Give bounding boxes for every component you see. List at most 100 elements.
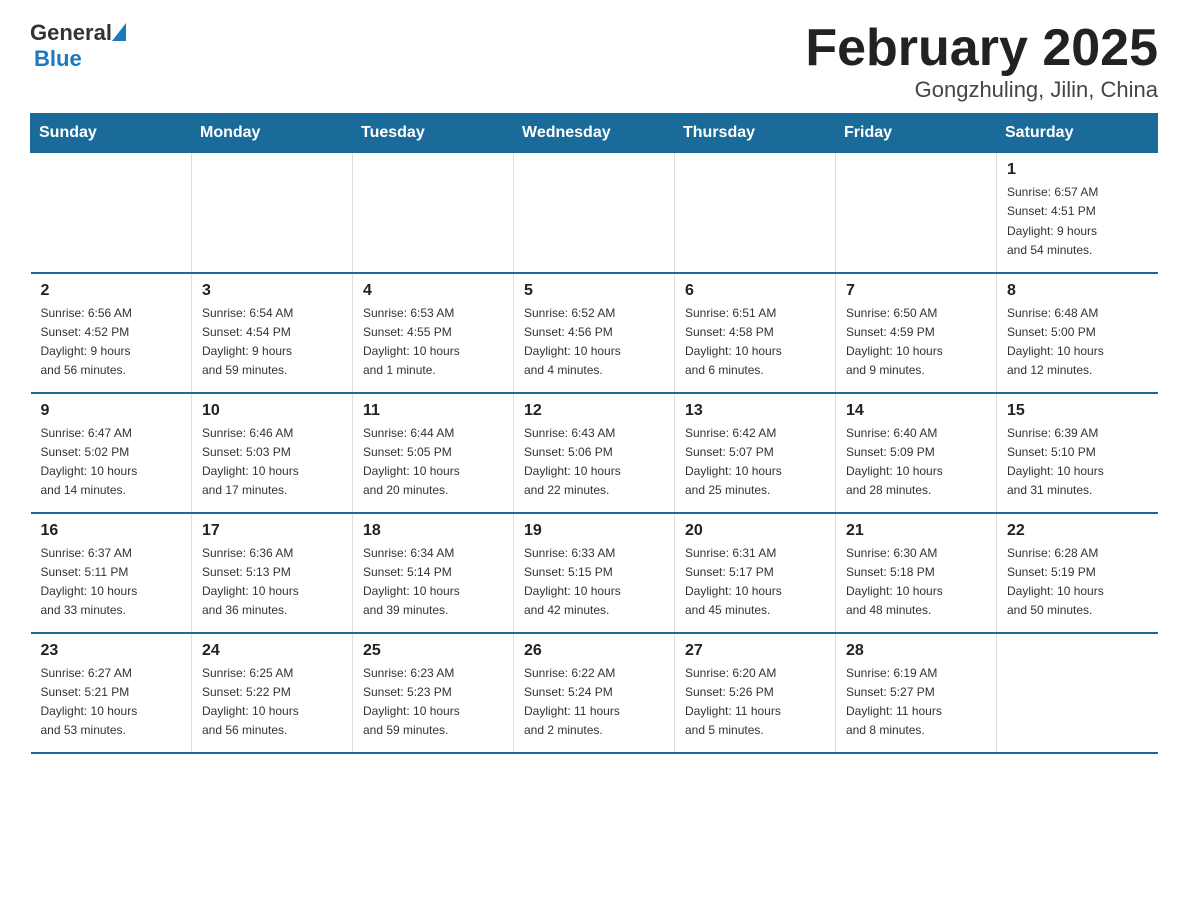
day-number: 20	[685, 522, 825, 540]
header-saturday: Saturday	[997, 114, 1158, 153]
week-row-2: 2Sunrise: 6:56 AMSunset: 4:52 PMDaylight…	[31, 273, 1158, 393]
calendar-cell	[836, 153, 997, 273]
calendar-cell: 28 Sunrise: 6:19 AMSunset: 5:27 PMDayligh…	[836, 633, 997, 753]
day-number: 22	[1007, 522, 1148, 540]
day-info: Sunrise: 6:36 AMSunset: 5:13 PMDaylight:…	[202, 544, 342, 621]
day-info: Sunrise: 6:39 AMSunset: 5:10 PMDaylight:…	[1007, 424, 1148, 501]
day-number: 23	[41, 642, 182, 660]
day-info: Sunrise: 6:53 AMSunset: 4:55 PMDaylight:…	[363, 304, 503, 381]
day-number: 9	[41, 402, 182, 420]
day-number: 27	[685, 642, 825, 660]
calendar-cell: 16 Sunrise: 6:37 AMSunset: 5:11 PMDayligh…	[31, 513, 192, 633]
logo-triangle-icon	[112, 23, 126, 41]
day-info: Sunrise: 6:30 AMSunset: 5:18 PMDaylight:…	[846, 544, 986, 621]
calendar-cell: 26 Sunrise: 6:22 AMSunset: 5:24 PMDayligh…	[514, 633, 675, 753]
day-info: Sunrise: 6:20 AMSunset: 5:26 PMDaylight:…	[685, 664, 825, 741]
week-row-4: 16 Sunrise: 6:37 AMSunset: 5:11 PMDayligh…	[31, 513, 1158, 633]
calendar-cell: 8 Sunrise: 6:48 AMSunset: 5:00 PMDaylight…	[997, 273, 1158, 393]
title-block: February 2025 Gongzhuling, Jilin, China	[805, 20, 1158, 103]
calendar-cell: 1 Sunrise: 6:57 AMSunset: 4:51 PMDaylight…	[997, 153, 1158, 273]
day-number: 26	[524, 642, 664, 660]
day-number: 10	[202, 402, 342, 420]
day-number: 24	[202, 642, 342, 660]
calendar-cell: 13Sunrise: 6:42 AMSunset: 5:07 PMDayligh…	[675, 393, 836, 513]
day-info: Sunrise: 6:40 AMSunset: 5:09 PMDaylight:…	[846, 424, 986, 501]
calendar-cell	[675, 153, 836, 273]
calendar-cell: 15 Sunrise: 6:39 AMSunset: 5:10 PMDayligh…	[997, 393, 1158, 513]
header-sunday: Sunday	[31, 114, 192, 153]
day-number: 28	[846, 642, 986, 660]
day-number: 8	[1007, 282, 1148, 300]
calendar-cell: 18 Sunrise: 6:34 AMSunset: 5:14 PMDayligh…	[353, 513, 514, 633]
day-number: 5	[524, 282, 664, 300]
day-number: 14	[846, 402, 986, 420]
calendar-cell: 5 Sunrise: 6:52 AMSunset: 4:56 PMDaylight…	[514, 273, 675, 393]
header-friday: Friday	[836, 114, 997, 153]
day-info: Sunrise: 6:48 AMSunset: 5:00 PMDaylight:…	[1007, 304, 1148, 381]
day-number: 2	[41, 282, 182, 300]
day-info: Sunrise: 6:28 AMSunset: 5:19 PMDaylight:…	[1007, 544, 1148, 621]
logo: General Blue	[30, 20, 126, 72]
logo-text-general: General	[30, 20, 112, 46]
day-info: Sunrise: 6:50 AMSunset: 4:59 PMDaylight:…	[846, 304, 986, 381]
day-number: 12	[524, 402, 664, 420]
day-info: Sunrise: 6:54 AMSunset: 4:54 PMDaylight:…	[202, 304, 342, 381]
week-row-5: 23 Sunrise: 6:27 AMSunset: 5:21 PMDayligh…	[31, 633, 1158, 753]
calendar-title: February 2025	[805, 20, 1158, 77]
day-info: Sunrise: 6:25 AMSunset: 5:22 PMDaylight:…	[202, 664, 342, 741]
day-info: Sunrise: 6:34 AMSunset: 5:14 PMDaylight:…	[363, 544, 503, 621]
day-number: 6	[685, 282, 825, 300]
day-number: 15	[1007, 402, 1148, 420]
calendar-cell: 3 Sunrise: 6:54 AMSunset: 4:54 PMDaylight…	[192, 273, 353, 393]
calendar-cell	[192, 153, 353, 273]
day-number: 18	[363, 522, 503, 540]
day-number: 25	[363, 642, 503, 660]
calendar-cell: 6 Sunrise: 6:51 AMSunset: 4:58 PMDaylight…	[675, 273, 836, 393]
day-number: 1	[1007, 161, 1148, 179]
day-info: Sunrise: 6:19 AMSunset: 5:27 PMDaylight:…	[846, 664, 986, 741]
calendar-cell: 27 Sunrise: 6:20 AMSunset: 5:26 PMDayligh…	[675, 633, 836, 753]
day-info: Sunrise: 6:27 AMSunset: 5:21 PMDaylight:…	[41, 664, 182, 741]
calendar-table: SundayMondayTuesdayWednesdayThursdayFrid…	[30, 113, 1158, 754]
day-info: Sunrise: 6:46 AMSunset: 5:03 PMDaylight:…	[202, 424, 342, 501]
header-monday: Monday	[192, 114, 353, 153]
week-row-3: 9 Sunrise: 6:47 AMSunset: 5:02 PMDaylight…	[31, 393, 1158, 513]
day-number: 11	[363, 402, 503, 420]
logo-text-blue: Blue	[34, 46, 82, 72]
day-number: 21	[846, 522, 986, 540]
calendar-cell: 2Sunrise: 6:56 AMSunset: 4:52 PMDaylight…	[31, 273, 192, 393]
day-info: Sunrise: 6:57 AMSunset: 4:51 PMDaylight:…	[1007, 183, 1148, 260]
day-info: Sunrise: 6:52 AMSunset: 4:56 PMDaylight:…	[524, 304, 664, 381]
calendar-cell: 20Sunrise: 6:31 AMSunset: 5:17 PMDayligh…	[675, 513, 836, 633]
header-tuesday: Tuesday	[353, 114, 514, 153]
calendar-cell: 12 Sunrise: 6:43 AMSunset: 5:06 PMDayligh…	[514, 393, 675, 513]
calendar-cell	[31, 153, 192, 273]
calendar-header-row: SundayMondayTuesdayWednesdayThursdayFrid…	[31, 114, 1158, 153]
calendar-cell: 23 Sunrise: 6:27 AMSunset: 5:21 PMDayligh…	[31, 633, 192, 753]
day-number: 16	[41, 522, 182, 540]
calendar-cell: 14 Sunrise: 6:40 AMSunset: 5:09 PMDayligh…	[836, 393, 997, 513]
day-info: Sunrise: 6:43 AMSunset: 5:06 PMDaylight:…	[524, 424, 664, 501]
calendar-cell: 24 Sunrise: 6:25 AMSunset: 5:22 PMDayligh…	[192, 633, 353, 753]
day-info: Sunrise: 6:51 AMSunset: 4:58 PMDaylight:…	[685, 304, 825, 381]
calendar-cell: 22 Sunrise: 6:28 AMSunset: 5:19 PMDayligh…	[997, 513, 1158, 633]
day-info: Sunrise: 6:22 AMSunset: 5:24 PMDaylight:…	[524, 664, 664, 741]
week-row-1: 1 Sunrise: 6:57 AMSunset: 4:51 PMDaylight…	[31, 153, 1158, 273]
calendar-cell: 4 Sunrise: 6:53 AMSunset: 4:55 PMDaylight…	[353, 273, 514, 393]
day-number: 4	[363, 282, 503, 300]
day-info: Sunrise: 6:33 AMSunset: 5:15 PMDaylight:…	[524, 544, 664, 621]
page-header: General Blue February 2025 Gongzhuling, …	[30, 20, 1158, 103]
day-number: 3	[202, 282, 342, 300]
calendar-subtitle: Gongzhuling, Jilin, China	[805, 77, 1158, 103]
header-wednesday: Wednesday	[514, 114, 675, 153]
day-info: Sunrise: 6:42 AMSunset: 5:07 PMDaylight:…	[685, 424, 825, 501]
day-info: Sunrise: 6:47 AMSunset: 5:02 PMDaylight:…	[41, 424, 182, 501]
calendar-cell: 21 Sunrise: 6:30 AMSunset: 5:18 PMDayligh…	[836, 513, 997, 633]
day-info: Sunrise: 6:37 AMSunset: 5:11 PMDaylight:…	[41, 544, 182, 621]
calendar-cell: 7Sunrise: 6:50 AMSunset: 4:59 PMDaylight…	[836, 273, 997, 393]
calendar-cell: 9 Sunrise: 6:47 AMSunset: 5:02 PMDaylight…	[31, 393, 192, 513]
header-thursday: Thursday	[675, 114, 836, 153]
day-info: Sunrise: 6:23 AMSunset: 5:23 PMDaylight:…	[363, 664, 503, 741]
calendar-cell	[353, 153, 514, 273]
calendar-cell: 11Sunrise: 6:44 AMSunset: 5:05 PMDayligh…	[353, 393, 514, 513]
